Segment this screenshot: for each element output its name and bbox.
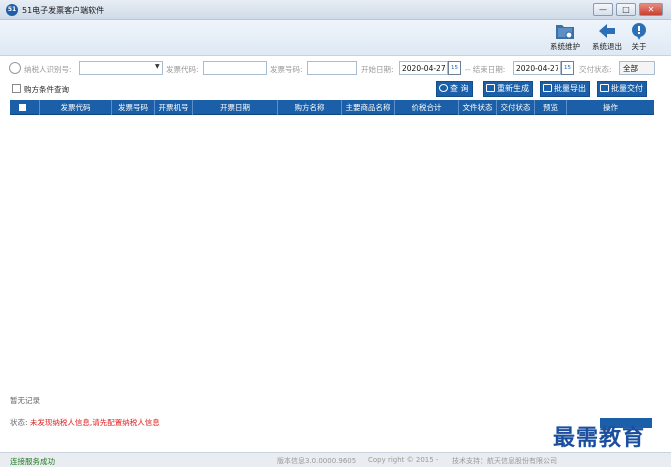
- invoice-code-label: 发票代码:: [166, 65, 199, 74]
- close-button[interactable]: ✕: [639, 3, 663, 16]
- export-icon: [543, 84, 552, 92]
- search-icon: [439, 84, 448, 92]
- calendar-icon[interactable]: 15: [561, 61, 574, 75]
- column-header[interactable]: 预览: [535, 100, 567, 115]
- end-date-input[interactable]: [513, 61, 561, 75]
- delivery-status-select[interactable]: 全部: [619, 61, 655, 75]
- end-date-label: -- 结束日期:: [465, 65, 506, 74]
- title-bar: 51 51电子发票客户端软件 — □ ✕: [0, 0, 671, 20]
- column-header[interactable]: 操作: [567, 100, 654, 115]
- regenerate-icon: [486, 84, 495, 92]
- start-date-input[interactable]: [399, 61, 448, 75]
- deliver-icon: [600, 84, 609, 92]
- select-all-column[interactable]: [10, 100, 40, 115]
- batch-export-button[interactable]: 批量导出: [540, 81, 590, 97]
- copyright-text: Copy right © 2015 -: [368, 456, 439, 464]
- calendar-icon[interactable]: 15: [448, 61, 461, 75]
- column-header[interactable]: 主要商品名称: [342, 100, 395, 115]
- regenerate-button[interactable]: 重新生成: [483, 81, 533, 97]
- toolbar-label: 关于: [631, 42, 647, 51]
- taxpayer-id-label: 纳税人识别号:: [24, 65, 72, 74]
- window-title: 51电子发票客户端软件: [22, 6, 105, 15]
- status-text: 未发现纳税人信息,请先配置纳税人信息: [29, 418, 160, 427]
- batch-export-button-label: 批量导出: [554, 84, 586, 93]
- regenerate-button-label: 重新生成: [497, 84, 529, 93]
- info-bubble-icon: [632, 23, 646, 40]
- watermark-logo: 最需教育: [553, 425, 646, 451]
- start-date-label: 开始日期:: [361, 65, 394, 74]
- buyer-query-checkbox[interactable]: [12, 84, 21, 93]
- status-bar: 连接服务成功 版本信息3.0.0000.9605 Copy right © 20…: [0, 452, 671, 467]
- invoice-table-body: [10, 115, 654, 390]
- app-logo-icon: 51: [6, 4, 18, 16]
- toolbar: 系统维护 系统退出 关于: [0, 20, 671, 56]
- version-info: 版本信息3.0.0000.9605: [277, 457, 357, 465]
- delivery-status-label: 交付状态:: [579, 65, 612, 74]
- minimize-button[interactable]: —: [593, 3, 613, 16]
- query-button[interactable]: 查 询: [436, 81, 473, 97]
- column-header[interactable]: 开票机号: [155, 100, 193, 115]
- user-icon: [9, 62, 21, 74]
- column-header[interactable]: 购方名称: [278, 100, 342, 115]
- invoice-number-label: 发票号码:: [270, 65, 303, 74]
- batch-deliver-button-label: 批量交付: [611, 84, 643, 93]
- invoice-number-input[interactable]: [307, 61, 357, 75]
- column-header[interactable]: 开票日期: [193, 100, 278, 115]
- support-text: 技术支持：航天信息股份有限公司: [452, 457, 557, 465]
- query-button-label: 查 询: [450, 84, 469, 93]
- taxpayer-id-select[interactable]: [79, 61, 163, 75]
- folder-gear-icon: [556, 25, 574, 39]
- back-arrow-icon: [599, 24, 615, 38]
- filter-bar: 纳税人识别号: ▼ 发票代码: 发票号码: 开始日期: 15 -- 结束日期: …: [0, 58, 671, 78]
- about-button[interactable]: 关于: [617, 22, 661, 56]
- status-label: 状态:: [10, 418, 28, 427]
- system-maintenance-button[interactable]: 系统维护: [543, 22, 587, 56]
- column-header[interactable]: 发票代码: [40, 100, 112, 115]
- column-header[interactable]: 发票号码: [112, 100, 155, 115]
- column-header[interactable]: 交付状态: [497, 100, 535, 115]
- action-bar: 购方条件查询 查 询 重新生成 批量导出 批量交付: [0, 80, 671, 98]
- chevron-down-icon[interactable]: ▼: [155, 63, 160, 70]
- invoice-table-header: 发票代码 发票号码 开票机号 开票日期 购方名称 主要商品名称 价税合计 文件状…: [10, 100, 654, 115]
- select-all-checkbox[interactable]: [19, 104, 26, 111]
- maximize-button[interactable]: □: [616, 3, 636, 16]
- buyer-query-label: 购方条件查询: [24, 85, 69, 94]
- no-records-text: 暂无记录: [10, 396, 40, 405]
- connection-status: 连接服务成功: [10, 457, 55, 466]
- batch-deliver-button[interactable]: 批量交付: [597, 81, 647, 97]
- status-message: 状态: 未发现纳税人信息,请先配置纳税人信息: [10, 417, 160, 428]
- toolbar-label: 系统维护: [550, 42, 580, 51]
- invoice-code-input[interactable]: [203, 61, 267, 75]
- column-header[interactable]: 文件状态: [459, 100, 497, 115]
- column-header[interactable]: 价税合计: [395, 100, 459, 115]
